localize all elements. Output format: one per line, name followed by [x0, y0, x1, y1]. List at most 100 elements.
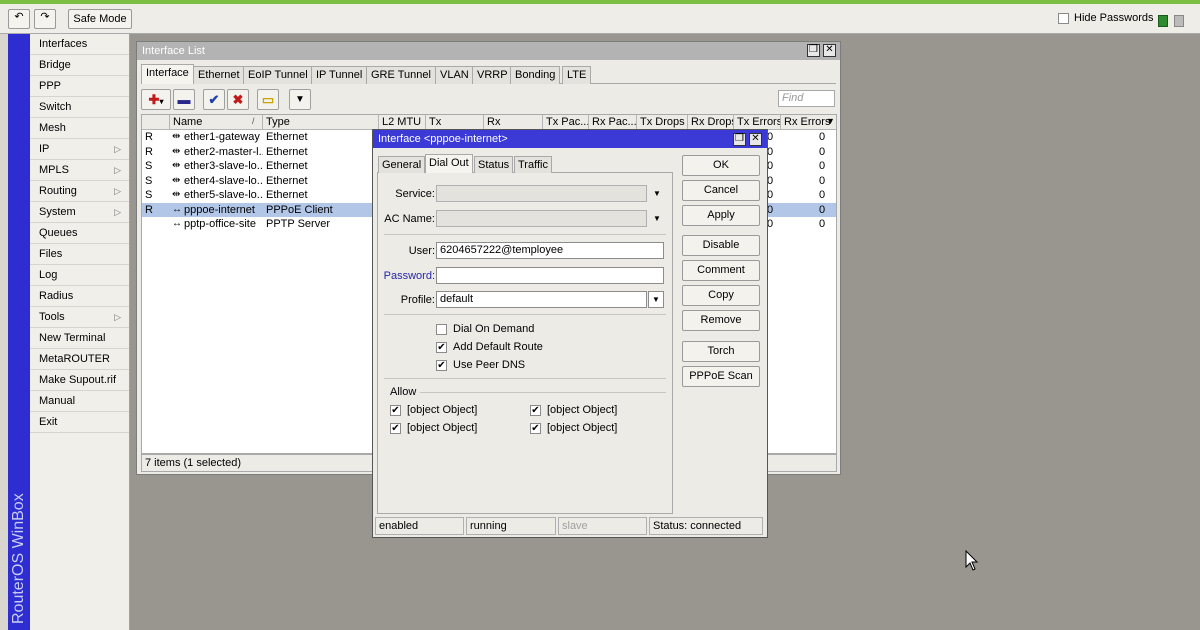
sidebar-item-mesh[interactable]: Mesh	[30, 118, 129, 139]
use-peer-dns-checkbox[interactable]: ✔	[436, 359, 447, 371]
sidebar-item-files[interactable]: Files	[30, 244, 129, 265]
sidebar-item-new-terminal[interactable]: New Terminal	[30, 328, 129, 349]
find-input[interactable]: Find	[778, 90, 835, 107]
allow-pap-checkbox[interactable]: ✔	[390, 404, 401, 416]
tab-lte[interactable]: LTE	[562, 66, 592, 84]
add-default-route-option[interactable]: ✔ Add Default Route	[436, 341, 543, 353]
dial-on-demand-option[interactable]: Dial On Demand	[436, 323, 534, 335]
column-header[interactable]: Tx Errors	[734, 115, 781, 130]
sidebar-item-exit[interactable]: Exit	[30, 412, 129, 433]
ac-name-select[interactable]	[436, 210, 647, 227]
disable-button[interactable]: Disable	[682, 235, 760, 256]
column-header[interactable]: Tx	[426, 115, 484, 130]
comment-button[interactable]: Comment	[682, 260, 760, 281]
sidebar-item-log[interactable]: Log	[30, 265, 129, 286]
tab-vlan[interactable]: VLAN	[435, 66, 474, 84]
allow-mschap1-option[interactable]: ✔ [object Object]	[390, 422, 477, 434]
tab-status[interactable]: Status	[474, 156, 514, 173]
chevron-down-icon[interactable]: ▼	[653, 189, 661, 198]
allow-mschap1-checkbox[interactable]: ✔	[390, 422, 401, 434]
column-header[interactable]: Type	[263, 115, 379, 130]
filter-button[interactable]: ▼	[289, 89, 311, 110]
column-header[interactable]: Tx Drops	[637, 115, 688, 130]
dialog-restore-button[interactable]: ❐	[733, 133, 746, 146]
row-rx-errors: 0	[819, 160, 826, 172]
chevron-down-icon[interactable]: ▼	[653, 214, 661, 223]
use-peer-dns-option[interactable]: ✔ Use Peer DNS	[436, 359, 525, 371]
dial-on-demand-checkbox[interactable]	[436, 323, 447, 335]
tab-eoip-tunnel[interactable]: EoIP Tunnel	[243, 66, 313, 84]
sidebar-item-interfaces[interactable]: Interfaces	[30, 34, 129, 55]
remove-button[interactable]: ▬	[173, 89, 195, 110]
add-default-route-checkbox[interactable]: ✔	[436, 341, 447, 353]
remove-button[interactable]: Remove	[682, 310, 760, 331]
cancel-button[interactable]: Cancel	[682, 180, 760, 201]
safe-mode-button[interactable]: Safe Mode	[68, 9, 132, 29]
sidebar-item-queues[interactable]: Queues	[30, 223, 129, 244]
column-header[interactable]: Rx Pac...	[589, 115, 637, 130]
ok-button[interactable]: OK	[682, 155, 760, 176]
sidebar-item-routing[interactable]: Routing ▷	[30, 181, 129, 202]
sidebar-item-radius[interactable]: Radius	[30, 286, 129, 307]
sidebar-item-tools[interactable]: Tools ▷	[30, 307, 129, 328]
column-header[interactable]: Rx Drops	[688, 115, 734, 130]
allow-pap-option[interactable]: ✔ [object Object]	[390, 404, 477, 416]
sidebar-item-manual[interactable]: Manual	[30, 391, 129, 412]
add-button[interactable]: ✚▾	[141, 89, 171, 110]
disable-button[interactable]: ✖	[227, 89, 249, 110]
column-header[interactable]: Rx	[484, 115, 543, 130]
profile-dropdown-button[interactable]: ▼	[648, 291, 664, 308]
redo-button[interactable]: ↷	[34, 9, 56, 29]
sidebar-item-make-supout-rif[interactable]: Make Supout.rif	[30, 370, 129, 391]
column-header[interactable]: Tx Pac...	[543, 115, 589, 130]
user-field[interactable]: 6204657222@temployee	[436, 242, 664, 259]
check-icon: ✔	[391, 404, 400, 416]
allow-chap-checkbox[interactable]: ✔	[530, 404, 541, 416]
hide-passwords-toggle[interactable]: Hide Passwords	[1058, 12, 1153, 24]
enable-button[interactable]: ✔	[203, 89, 225, 110]
restore-window-button[interactable]: ❐	[807, 44, 820, 57]
sidebar-item-mpls[interactable]: MPLS ▷	[30, 160, 129, 181]
password-field[interactable]	[436, 267, 664, 284]
service-select[interactable]	[436, 185, 647, 202]
dial-out-panel: Service: ▼ AC Name: ▼ User: 6204657222@t…	[377, 172, 673, 514]
column-header[interactable]: Name	[170, 115, 263, 130]
profile-select[interactable]: default	[436, 291, 647, 308]
tab-gre-tunnel[interactable]: GRE Tunnel	[366, 66, 436, 84]
sidebar-item-ppp[interactable]: PPP	[30, 76, 129, 97]
sidebar-item-bridge[interactable]: Bridge	[30, 55, 129, 76]
tab-vrrp[interactable]: VRRP	[472, 66, 513, 84]
row-flag: S	[145, 160, 153, 172]
hide-passwords-checkbox[interactable]	[1058, 12, 1069, 24]
tab-interface[interactable]: Interface	[141, 64, 194, 84]
sidebar-item-system[interactable]: System ▷	[30, 202, 129, 223]
top-toolbar: ↶ ↷ Safe Mode Hide Passwords	[0, 0, 1200, 34]
copy-button[interactable]: Copy	[682, 285, 760, 306]
tab-ip-tunnel[interactable]: IP Tunnel	[311, 66, 368, 84]
sidebar-item-metarouter[interactable]: MetaROUTER	[30, 349, 129, 370]
apply-button[interactable]: Apply	[682, 205, 760, 226]
sidebar-item-switch[interactable]: Switch	[30, 97, 129, 118]
pppoe-scan-button[interactable]: PPPoE Scan	[682, 366, 760, 387]
tab-bonding[interactable]: Bonding	[510, 66, 561, 84]
comment-button[interactable]: ▭	[257, 89, 279, 110]
window-title[interactable]: Interface List	[137, 42, 840, 60]
undo-button[interactable]: ↶	[8, 9, 30, 29]
tab-traffic[interactable]: Traffic	[514, 156, 552, 173]
allow-mschap2-option[interactable]: ✔ [object Object]	[530, 422, 617, 434]
allow-chap-option[interactable]: ✔ [object Object]	[530, 404, 617, 416]
tab-dial-out[interactable]: Dial Out	[425, 154, 473, 173]
torch-button[interactable]: Torch	[682, 341, 760, 362]
dialog-close-button[interactable]: ✕	[749, 133, 762, 146]
check-icon: ✔	[391, 422, 400, 434]
tab-ethernet[interactable]: Ethernet	[193, 66, 245, 84]
column-header[interactable]	[142, 115, 170, 130]
column-header[interactable]: L2 MTU	[379, 115, 426, 130]
dialog-title[interactable]: Interface <pppoe-internet>	[373, 130, 767, 148]
sidebar-item-ip[interactable]: IP ▷	[30, 139, 129, 160]
tab-general[interactable]: General	[378, 156, 426, 173]
allow-mschap2-checkbox[interactable]: ✔	[530, 422, 541, 434]
close-window-button[interactable]: ✕	[823, 44, 836, 57]
allow-chap-label: [object Object]	[547, 404, 618, 416]
column-menu-icon[interactable]: ▼	[826, 116, 835, 126]
